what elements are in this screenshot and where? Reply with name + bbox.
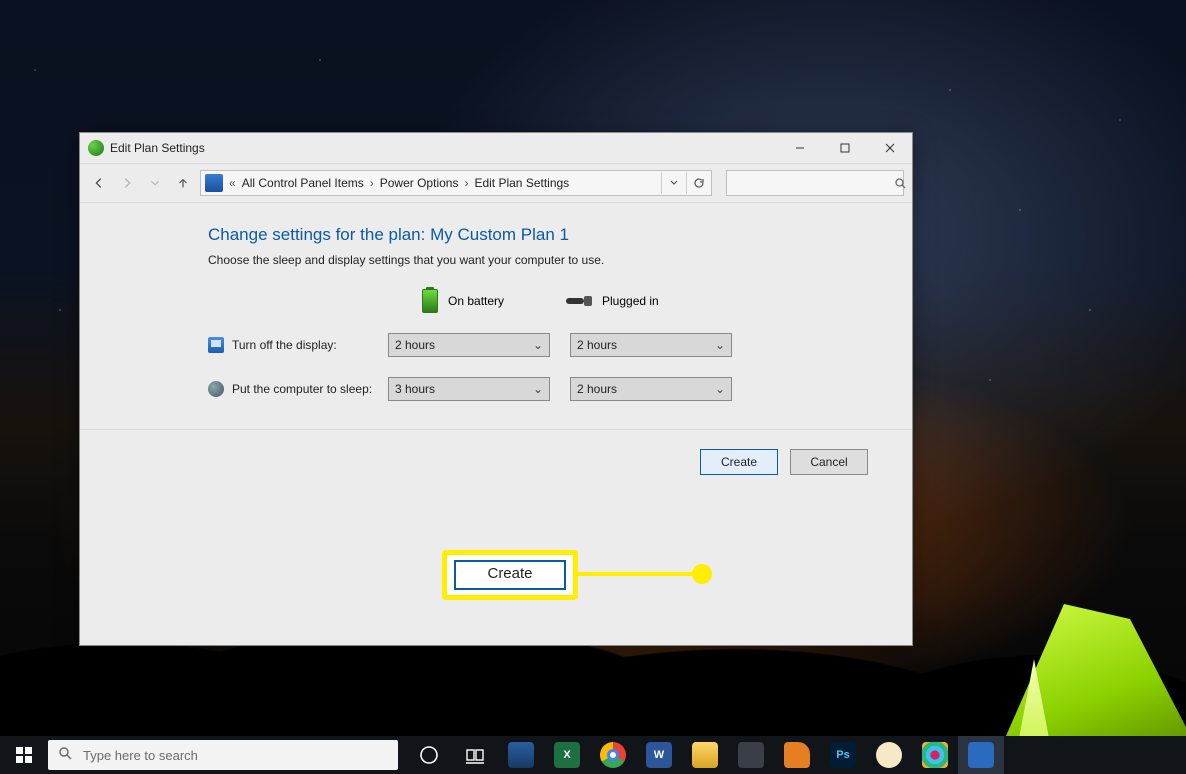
taskbar-app-file-explorer[interactable] [682,736,728,774]
control-panel-icon [205,174,223,192]
select-value: 3 hours [395,382,435,396]
nav-toolbar: « All Control Panel Items › Power Option… [80,163,912,203]
taskbar-app-firefox[interactable] [774,736,820,774]
taskbar-app-3d-paint[interactable] [498,736,544,774]
search-box[interactable] [726,170,904,196]
window-title: Edit Plan Settings [110,141,777,155]
breadcrumb-item[interactable]: All Control Panel Items [238,176,368,190]
taskbar-search-placeholder: Type here to search [83,748,198,763]
page-subtext: Choose the sleep and display settings th… [208,253,912,267]
taskbar-app-chrome[interactable] [590,736,636,774]
page-heading: Change settings for the plan: My Custom … [208,225,912,245]
taskbar-app-settings[interactable] [958,736,1004,774]
taskbar-app-word[interactable]: W [636,736,682,774]
sleep-plugged-select[interactable]: 2 hours ⌄ [570,377,732,401]
desktop-tent [946,574,1186,754]
edit-plan-settings-window: Edit Plan Settings « All Control Panel I… [79,132,913,646]
power-icon [88,140,104,156]
sleep-battery-select[interactable]: 3 hours ⌄ [388,377,550,401]
nav-forward-button[interactable] [116,172,138,194]
column-plugged-in: Plugged in [602,294,659,308]
nav-up-button[interactable] [172,172,194,194]
address-bar[interactable]: « All Control Panel Items › Power Option… [200,170,712,196]
address-dropdown[interactable] [661,172,686,194]
setting-label: Turn off the display: [232,338,388,352]
chevron-right-icon: › [462,176,470,190]
breadcrumb-item[interactable]: Power Options [376,176,463,190]
taskbar-app-excel[interactable]: X [544,736,590,774]
column-on-battery: On battery [448,294,504,308]
chevron-down-icon: ⌄ [715,382,725,396]
cortana-button[interactable] [406,736,452,774]
taskbar-app-photoshop[interactable]: Ps [820,736,866,774]
search-icon[interactable] [894,177,907,190]
breadcrumb-item[interactable]: Edit Plan Settings [470,176,573,190]
chevron-down-icon: ⌄ [533,382,543,396]
display-icon [208,337,224,353]
taskbar-app-palette[interactable] [866,736,912,774]
chevron-right-icon: › [368,176,376,190]
setting-label: Put the computer to sleep: [232,382,388,396]
setting-row-sleep: Put the computer to sleep: 3 hours ⌄ 2 h… [208,377,912,401]
nav-recent-button[interactable] [144,172,166,194]
cancel-button[interactable]: Cancel [790,449,868,475]
window-titlebar[interactable]: Edit Plan Settings [80,133,912,163]
select-value: 2 hours [395,338,435,352]
display-plugged-select[interactable]: 2 hours ⌄ [570,333,732,357]
minimize-button[interactable] [777,133,822,163]
search-input[interactable] [727,176,894,190]
taskbar-app-duplicate[interactable] [728,736,774,774]
nav-back-button[interactable] [88,172,110,194]
action-bar: Create Cancel [80,430,912,494]
select-value: 2 hours [577,382,617,396]
start-button[interactable] [0,736,48,774]
select-value: 2 hours [577,338,617,352]
create-button[interactable]: Create [700,449,778,475]
taskbar-search[interactable]: Type here to search [48,740,398,770]
plug-icon [566,294,592,308]
taskbar: Type here to search X W Ps [0,736,1186,774]
taskbar-app-slack[interactable] [912,736,958,774]
task-view-button[interactable] [452,736,498,774]
search-icon [58,746,73,764]
taskbar-icons: X W Ps [406,736,1004,774]
column-headers: On battery Plugged in [208,289,912,313]
chevron-down-icon: ⌄ [715,338,725,352]
chevron-down-icon: ⌄ [533,338,543,352]
maximize-button[interactable] [822,133,867,163]
sleep-icon [208,381,224,397]
breadcrumb-prefix: « [227,176,238,190]
setting-row-display: Turn off the display: 2 hours ⌄ 2 hours … [208,333,912,357]
display-battery-select[interactable]: 2 hours ⌄ [388,333,550,357]
refresh-button[interactable] [686,172,711,194]
battery-icon [422,289,438,313]
window-content: Change settings for the plan: My Custom … [80,203,912,645]
close-button[interactable] [867,133,912,163]
